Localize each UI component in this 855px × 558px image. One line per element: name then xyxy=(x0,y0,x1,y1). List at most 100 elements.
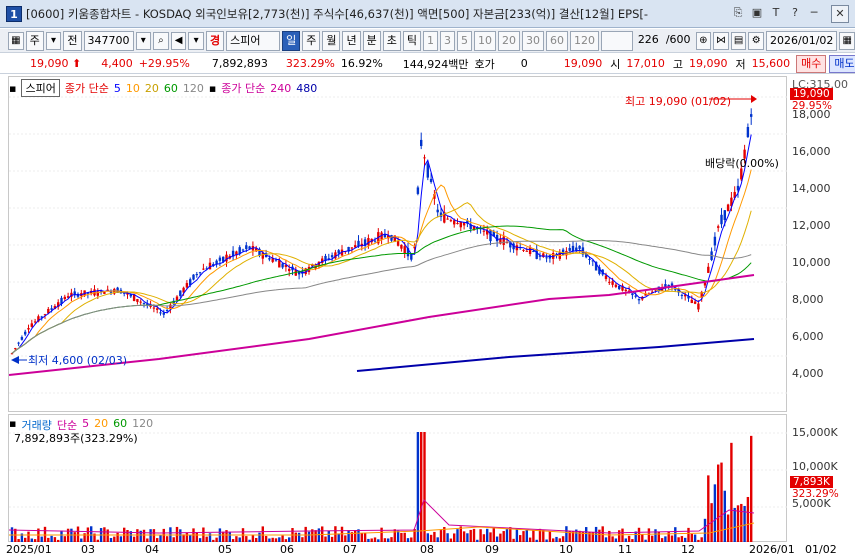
stock-name-field[interactable]: 스피어 xyxy=(226,30,281,51)
interval-week[interactable]: 주 xyxy=(302,30,321,51)
volume-bar xyxy=(674,527,677,542)
calendar-icon[interactable]: ▦ xyxy=(839,31,855,50)
candle-body xyxy=(482,230,486,232)
candle-body xyxy=(162,312,165,315)
volume-bar xyxy=(746,496,750,542)
sell-button[interactable]: 매도 xyxy=(829,54,855,73)
volume-bar xyxy=(43,526,47,542)
candle-body xyxy=(396,240,400,246)
volume-bar xyxy=(627,535,631,542)
volume-bar xyxy=(50,535,53,542)
volume-value: 7,892,893 xyxy=(211,57,268,70)
chevron-down-icon[interactable]: ▾ xyxy=(45,31,62,50)
interval-day[interactable]: 일 xyxy=(282,30,301,51)
pane-menu-icon[interactable]: ▪ xyxy=(9,82,16,95)
tick-120[interactable]: 120 xyxy=(569,30,599,51)
candle-body xyxy=(690,299,693,304)
help-icon[interactable]: ? xyxy=(787,5,803,21)
volume-bar xyxy=(387,538,390,542)
code-dropdown-icon[interactable]: ▾ xyxy=(135,31,152,50)
stock-tag[interactable]: 스피어 xyxy=(21,79,60,97)
volume-bar xyxy=(136,529,139,542)
all-button[interactable]: 전 xyxy=(63,30,82,51)
volume-bar xyxy=(410,537,413,542)
volume-bar xyxy=(268,538,271,542)
candle-body xyxy=(611,281,614,285)
indicator-icon[interactable]: ⊕ xyxy=(695,31,712,50)
candle-body xyxy=(20,337,24,340)
text-icon[interactable]: T xyxy=(768,5,784,21)
close-icon[interactable]: ✕ xyxy=(831,4,849,23)
volume-bar xyxy=(370,538,373,542)
volume-bar xyxy=(363,532,367,542)
volume-bar xyxy=(433,531,436,542)
menu-icon[interactable]: ▾ xyxy=(188,31,204,50)
candle-body xyxy=(268,258,271,260)
date-field[interactable]: 2026/01/02 xyxy=(766,30,838,51)
volume-bar xyxy=(532,529,535,542)
volume-bar xyxy=(486,528,489,542)
volume-bar xyxy=(439,530,443,542)
stock-code-input[interactable]: 347700 xyxy=(83,30,134,51)
volume-bar xyxy=(377,539,380,542)
volume-bar xyxy=(146,538,149,542)
minimize-icon[interactable]: ─ xyxy=(806,5,822,21)
high-annotation: 최고 19,090 (01/02) xyxy=(625,95,732,108)
candle-body xyxy=(426,163,429,178)
candle-body xyxy=(159,312,162,314)
price-change: 4,400 xyxy=(101,57,133,70)
interval-minute[interactable]: 분 xyxy=(362,30,381,51)
x-label-11: 11 xyxy=(618,543,632,556)
grid-icon[interactable]: ▦ xyxy=(8,31,24,50)
candle-body xyxy=(373,240,377,242)
long-ma-menu-icon[interactable]: ▪ xyxy=(209,82,216,95)
volume-bar xyxy=(212,539,215,542)
period-type-select[interactable]: 주 xyxy=(25,30,44,51)
volume-bar xyxy=(429,534,433,542)
data-count[interactable]: 226 xyxy=(635,31,661,51)
volume-bar xyxy=(53,537,57,542)
interval-month[interactable]: 월 xyxy=(322,30,341,51)
volume-bar xyxy=(149,529,152,542)
candle-body xyxy=(179,290,182,297)
title-bar: 1 [0600] 키움종합차트 - KOSDAQ 외국인보유[2,773(천)]… xyxy=(0,0,855,28)
tick-1[interactable]: 1 xyxy=(422,30,438,51)
interval-year[interactable]: 년 xyxy=(342,30,361,51)
tick-3[interactable]: 3 xyxy=(439,30,455,51)
volume-bar xyxy=(505,529,509,542)
compare-icon[interactable]: ⋈ xyxy=(713,31,729,50)
interval-tick[interactable]: 틱 xyxy=(402,30,421,51)
custom-tick-input[interactable] xyxy=(600,30,633,51)
interval-second[interactable]: 초 xyxy=(382,30,401,51)
layout-icon[interactable]: ▣ xyxy=(749,5,765,21)
volume-bar xyxy=(598,529,601,542)
x-label-01-02: 01/02 xyxy=(805,543,837,556)
candle-body xyxy=(416,187,420,194)
volume-bar xyxy=(420,432,423,542)
date-axis: 2025/01 03 04 05 06 07 08 09 10 11 12 20… xyxy=(6,543,855,558)
settings-icon[interactable]: ⚙ xyxy=(748,31,765,50)
candle-body xyxy=(14,348,17,350)
search-icon[interactable]: ⌕ xyxy=(153,31,169,50)
x-label-03: 03 xyxy=(81,543,95,556)
candle-body xyxy=(618,285,621,290)
sound-icon[interactable]: ◀ xyxy=(170,31,187,50)
volume-bar xyxy=(231,539,235,542)
copy-icon[interactable]: ⎘ xyxy=(730,5,746,21)
volume-bar xyxy=(60,530,63,542)
tick-20[interactable]: 20 xyxy=(497,30,520,51)
table-icon[interactable]: ▤ xyxy=(730,31,747,50)
tick-10[interactable]: 10 xyxy=(473,30,496,51)
low-marker-arrow xyxy=(11,356,19,364)
tick-5[interactable]: 5 xyxy=(456,30,472,51)
volume-bar xyxy=(90,526,93,542)
volume-bar xyxy=(179,529,182,542)
volume-bar xyxy=(126,530,129,542)
volume-bar xyxy=(238,537,241,542)
tick-60[interactable]: 60 xyxy=(545,30,568,51)
x-label-04: 04 xyxy=(145,543,159,556)
candle-body xyxy=(588,258,591,260)
buy-button[interactable]: 매수 xyxy=(796,54,827,73)
tick-30[interactable]: 30 xyxy=(521,30,544,51)
axis-label-6000: 6,000 xyxy=(792,330,824,343)
